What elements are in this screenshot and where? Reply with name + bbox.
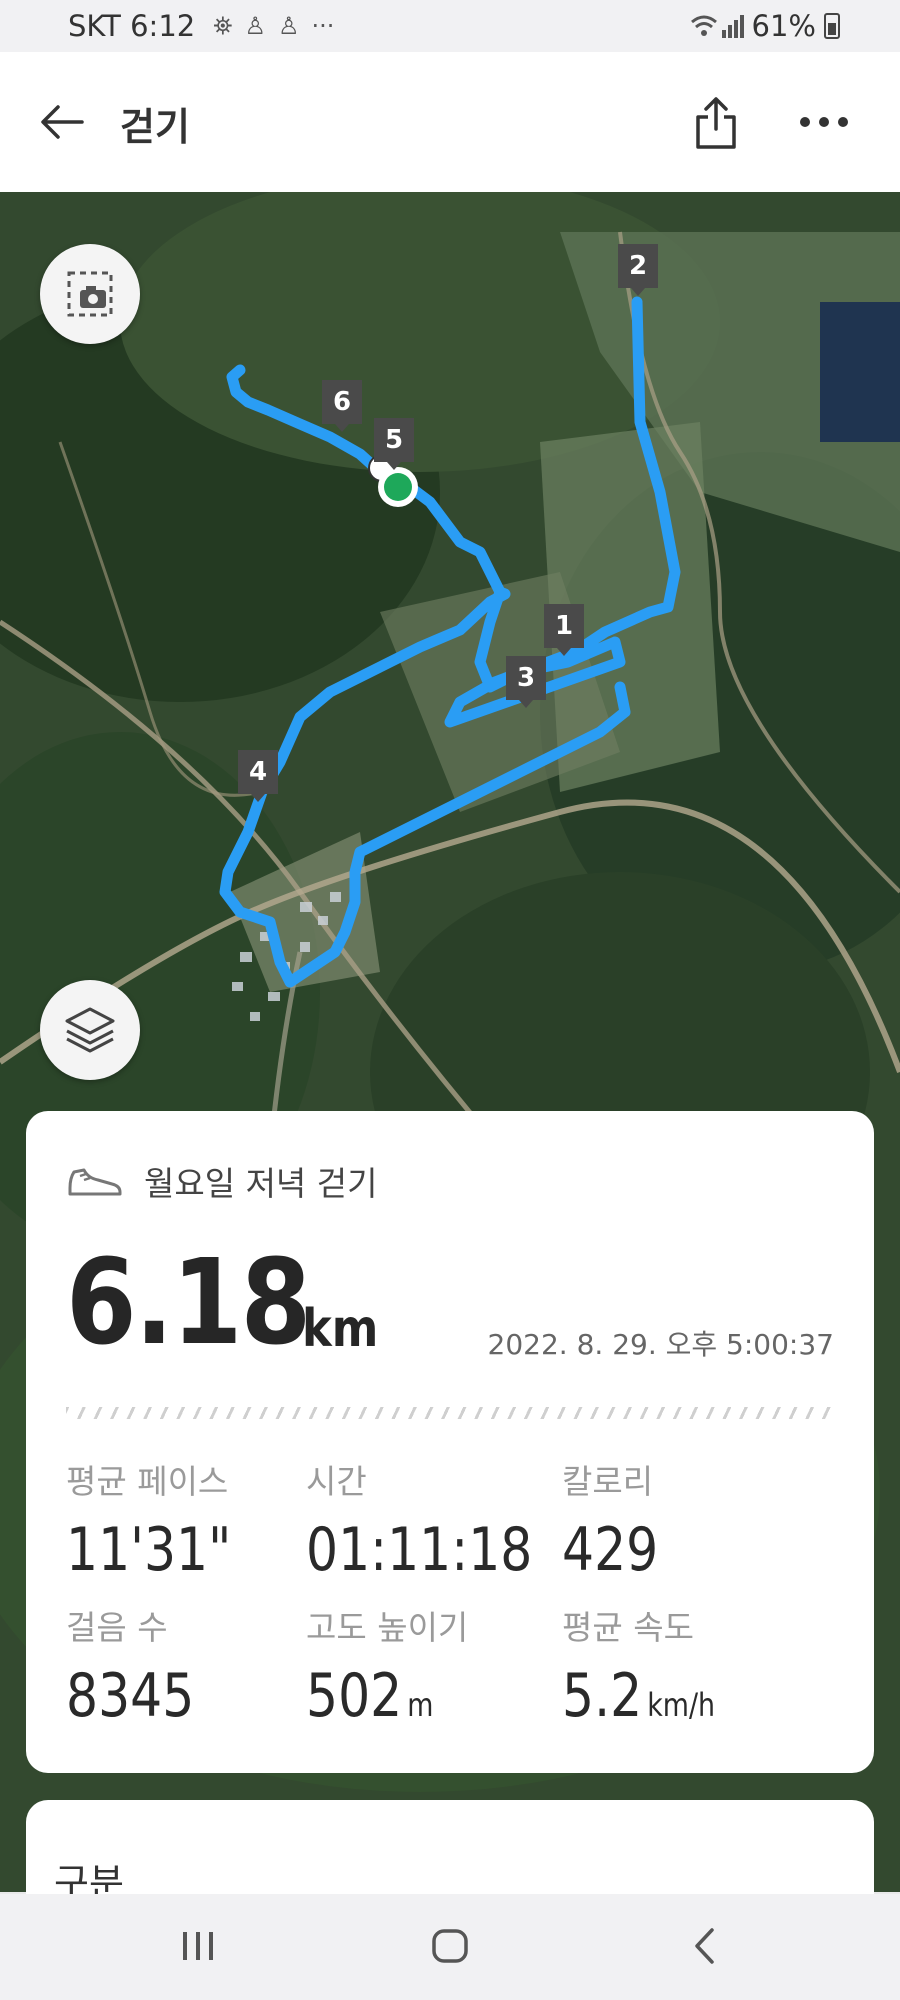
activity-summary-card: 월요일 저녁 걷기 6.18 km 2022. 8. 29. 오후 5:00:3… xyxy=(26,1111,874,1773)
battery-percent: 61% xyxy=(751,9,816,43)
stat-label: 시간 xyxy=(306,1462,367,1501)
stat-value: 8345 xyxy=(66,1661,195,1731)
system-back-button[interactable] xyxy=(664,1916,744,1976)
notification-icon: ♙ xyxy=(277,12,300,40)
arrow-left-icon xyxy=(41,105,84,139)
status-bar: SKT 6:12 ⛯ ♙ ♙ ··· 61% xyxy=(0,0,900,52)
activity-header: 월요일 저녁 걷기 xyxy=(66,1157,378,1205)
km-marker[interactable]: 2 xyxy=(618,244,658,296)
stat-duration: 시간 01:11:18 xyxy=(306,1455,575,1585)
more-horizontal-icon xyxy=(800,117,848,127)
stat-label: 걸음 수 xyxy=(66,1608,168,1647)
app-bar: 걷기 xyxy=(0,52,900,192)
stat-unit: km/h xyxy=(647,1686,716,1724)
map-screenshot-button[interactable] xyxy=(40,244,140,344)
stat-unit: m xyxy=(407,1686,434,1724)
carrier-time: SKT 6:12 xyxy=(68,9,196,43)
battery-icon xyxy=(824,13,840,39)
layers-icon xyxy=(65,1007,115,1053)
stat-elevation-gain: 고도 높이기 502 m xyxy=(306,1601,468,1731)
wifi-signal-icon xyxy=(690,15,744,38)
stat-value: 429 xyxy=(562,1515,659,1585)
share-button[interactable] xyxy=(688,90,744,156)
activity-name: 월요일 저녁 걷기 xyxy=(144,1164,378,1203)
dashed-divider xyxy=(66,1407,834,1419)
stat-label: 평균 속도 xyxy=(562,1608,694,1647)
chevron-left-icon xyxy=(695,1928,714,1964)
stat-steps: 걸음 수 8345 xyxy=(66,1601,219,1731)
notification-icons: ⛯ ♙ ♙ ··· xyxy=(213,12,334,40)
back-button[interactable] xyxy=(34,94,90,150)
camera-frame-icon xyxy=(67,271,113,317)
stat-label: 칼로리 xyxy=(562,1462,654,1501)
map-layers-button[interactable] xyxy=(40,980,140,1080)
distance-value: 6.18 xyxy=(66,1233,311,1371)
share-icon xyxy=(696,97,736,149)
stat-avg-pace: 평균 페이스 11'31" xyxy=(66,1455,263,1585)
km-marker[interactable]: 3 xyxy=(506,656,546,708)
stat-avg-speed: 평균 속도 5.2 km/h xyxy=(562,1601,744,1731)
home-icon xyxy=(432,1929,468,1963)
stat-value: 01:11:18 xyxy=(306,1515,533,1585)
navigation-bar xyxy=(0,1894,900,2000)
stat-value: 5.2 km/h xyxy=(562,1661,716,1731)
activity-datetime: 2022. 8. 29. 오후 5:00:37 xyxy=(487,1328,834,1361)
page-title: 걷기 xyxy=(120,105,190,149)
stat-label: 평균 페이스 xyxy=(66,1462,229,1501)
stat-value: 502 m xyxy=(306,1661,434,1731)
more-notifications-icon: ··· xyxy=(311,12,335,40)
km-marker[interactable]: 5 xyxy=(374,418,414,470)
notification-icon: ♙ xyxy=(244,12,266,40)
km-marker[interactable]: 1 xyxy=(544,604,584,656)
notification-icon: ⛯ xyxy=(213,12,233,40)
home-button[interactable] xyxy=(410,1916,490,1976)
recent-apps-button[interactable] xyxy=(158,1916,238,1976)
stat-calories: 칼로리 429 xyxy=(562,1455,677,1585)
recent-apps-icon xyxy=(183,1932,213,1960)
stat-value: 11'31" xyxy=(66,1515,232,1585)
stat-label: 고도 높이기 xyxy=(306,1608,469,1647)
more-options-button[interactable] xyxy=(796,94,852,150)
shoe-icon xyxy=(68,1168,122,1196)
km-marker[interactable]: 4 xyxy=(238,750,278,802)
km-marker[interactable]: 6 xyxy=(322,380,362,432)
distance-unit: km xyxy=(302,1299,379,1359)
